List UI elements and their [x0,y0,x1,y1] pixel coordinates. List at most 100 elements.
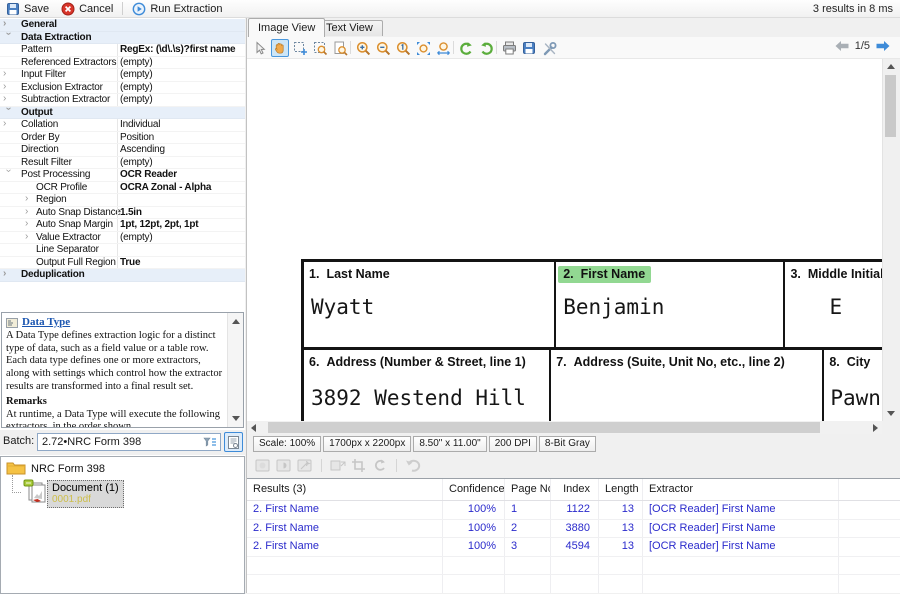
pan-tool-button-selected[interactable] [271,39,289,57]
batch-combobox[interactable]: 2.72•NRC Form 398 [37,433,221,451]
tree-root-folder-item[interactable]: NRC Form 398 [31,463,105,475]
property-category-data-extraction[interactable]: Data Extraction [0,32,245,45]
result-row[interactable]: 2. First Name 100% 3 4594 13 [OCR Reader… [247,538,900,557]
viewer-panel: Image View Text View 1/5 [246,18,900,593]
zoom-page-tool-button[interactable] [331,39,349,57]
results-header-confidence[interactable]: Confidence [443,479,505,500]
property-row-collation[interactable]: CollationIndividual [0,119,245,132]
result-extractor: [OCR Reader] First Name [643,520,839,538]
collapse-chevron-icon[interactable] [2,107,14,116]
result-row[interactable]: 2. First Name 100% 1 1122 13 [OCR Reader… [247,501,900,520]
property-row-result-filter[interactable]: Result Filter(empty) [0,157,245,170]
save-button[interactable]: Save [0,0,55,17]
tab-image-view[interactable]: Image View [248,18,325,37]
property-row-exclusion-extractor[interactable]: Exclusion Extractor(empty) [0,82,245,95]
zoom-width-button[interactable] [434,39,452,57]
cleanup-wand-icon[interactable] [297,458,313,473]
contrast-icon[interactable] [276,458,292,473]
cancel-button[interactable]: Cancel [55,0,119,17]
document-file-name: 0001.pdf [52,494,119,505]
results-header-name[interactable]: Results (3) [247,479,443,500]
tab-text-view[interactable]: Text View [316,20,383,36]
empty-row [247,557,900,576]
property-category-deduplication[interactable]: Deduplication [0,269,245,282]
results-header-page-no[interactable]: Page No [505,479,551,500]
expand-chevron-icon[interactable] [25,231,34,243]
vertical-scrollbar-thumb[interactable] [885,75,896,137]
property-row-direction[interactable]: DirectionAscending [0,144,245,157]
expand-chevron-icon[interactable] [3,81,12,93]
expand-chevron-icon[interactable] [25,193,34,205]
expand-chevron-icon[interactable] [3,93,12,105]
expand-chevron-icon[interactable] [3,68,12,80]
image-viewport[interactable]: 1.Last Name Wyatt 2.First Name Benjamin … [247,59,882,421]
property-row-subtraction-extractor[interactable]: Subtraction Extractor(empty) [0,94,245,107]
select-region-tool-button[interactable] [291,39,309,57]
rotate-image-icon[interactable] [372,458,388,473]
batch-viewer-toggle-button[interactable] [224,432,243,452]
help-scrollbar[interactable] [227,313,243,427]
toolbar-separator [396,459,397,472]
data-type-help-link[interactable]: Data Type [22,316,70,329]
property-grid: General Data Extraction PatternRegEx: (\… [0,18,245,282]
property-row-line-separator[interactable]: Line Separator [0,244,245,257]
resize-icon[interactable] [330,458,346,473]
collapse-chevron-icon[interactable] [2,169,14,178]
previous-page-button[interactable] [834,40,850,52]
property-row-ocr-profile[interactable]: OCR ProfileOCRA Zonal - Alpha [0,182,245,195]
brightness-icon[interactable] [255,458,271,473]
horizontal-scrollbar[interactable] [247,421,882,434]
expand-chevron-icon[interactable] [25,206,34,218]
print-button[interactable] [500,39,518,57]
property-row-auto-snap-distance[interactable]: Auto Snap Distance1.5in [0,207,245,220]
zoom-out-button[interactable] [374,39,392,57]
next-page-button[interactable] [875,40,891,52]
rotate-left-icon [459,41,474,56]
scroll-up-icon[interactable] [232,319,240,324]
scroll-down-icon[interactable] [887,411,895,416]
property-row-auto-snap-margin[interactable]: Auto Snap Margin1pt, 12pt, 2pt, 1pt [0,219,245,232]
results-header-extractor[interactable]: Extractor [643,479,839,500]
property-category-output[interactable]: Output [0,107,245,120]
scroll-right-icon[interactable] [873,424,878,432]
scroll-left-icon[interactable] [251,424,256,432]
rotate-left-button[interactable] [457,39,475,57]
property-row-pattern[interactable]: PatternRegEx: (\d\.\s)?first name [0,44,245,57]
zoom-out-icon [376,41,391,56]
expand-chevron-icon[interactable] [25,218,34,230]
expand-chevron-icon[interactable] [3,268,12,280]
property-row-order-by[interactable]: Order ByPosition [0,132,245,145]
rotate-right-button[interactable] [477,39,495,57]
zoom-in-button[interactable] [354,39,372,57]
crop-icon[interactable] [351,458,367,473]
pointer-icon [253,41,267,55]
property-row-value-extractor[interactable]: Value Extractor(empty) [0,232,245,245]
property-row-region[interactable]: Region [0,194,245,207]
horizontal-scrollbar-thumb[interactable] [268,422,820,433]
image-tools-button[interactable] [540,39,558,57]
undo-icon[interactable] [405,458,422,472]
scroll-up-icon[interactable] [887,64,895,69]
expand-chevron-icon[interactable] [3,18,12,30]
property-row-referenced-extractors[interactable]: Referenced Extractors(empty) [0,57,245,70]
collapse-chevron-icon[interactable] [2,32,14,41]
zoom-actual-size-button[interactable] [394,39,412,57]
results-header-index[interactable]: Index [551,479,599,500]
zoom-fit-button[interactable] [414,39,432,57]
color-depth-status: 8-Bit Gray [539,436,596,452]
expand-chevron-icon[interactable] [3,118,12,130]
result-row[interactable]: 2. First Name 100% 2 3880 13 [OCR Reader… [247,520,900,539]
vertical-scrollbar[interactable] [882,59,898,421]
scroll-down-icon[interactable] [232,416,240,421]
zoom-region-tool-button[interactable] [311,39,329,57]
property-row-output-full-region[interactable]: Output Full RegionTrue [0,257,245,270]
property-row-input-filter[interactable]: Input Filter(empty) [0,69,245,82]
tree-document-item-selected[interactable]: Document (1) 0001.pdf [47,480,124,508]
filter-dropdown-icon[interactable] [199,437,217,448]
results-header-length[interactable]: Length [599,479,643,500]
save-image-button[interactable] [520,39,538,57]
pointer-tool-button[interactable] [251,39,269,57]
run-extraction-button[interactable]: Run Extraction [126,0,228,17]
property-row-post-processing[interactable]: Post ProcessingOCR Reader [0,169,245,182]
property-category-general[interactable]: General [0,19,245,32]
